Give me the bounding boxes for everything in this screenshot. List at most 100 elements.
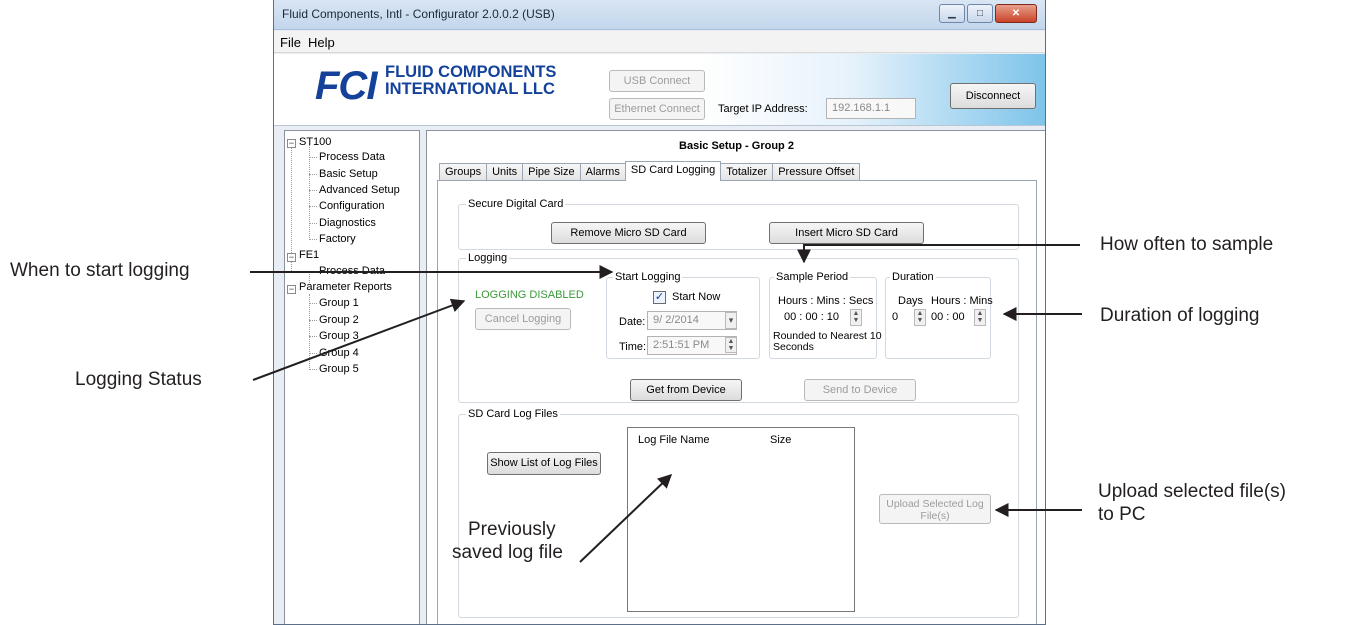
sample-period-group: Sample Period Hours : Mins : Secs 00 : 0… [769,271,882,359]
navigation-tree: − ST100 Process Data Basic Setup Advance… [284,130,420,624]
tree-node-group-3[interactable]: Group 3 [319,330,359,342]
tab-units[interactable]: Units [486,163,524,181]
annotation-upload-line1: Upload selected file(s) [1098,481,1286,502]
page-title: Basic Setup - Group 2 [679,140,794,152]
tree-node-group-4[interactable]: Group 4 [319,347,359,359]
tree-node-fe1-process-data[interactable]: Process Data [319,265,385,277]
secure-digital-card-group: Secure Digital Card Remove Micro SD Card… [458,198,1019,250]
annotation-duration: Duration of logging [1100,305,1260,326]
sample-period-spinner-icon[interactable]: ▲ ▼ [850,309,862,326]
column-size[interactable]: Size [770,434,791,446]
usb-connect-button[interactable]: USB Connect [609,70,705,92]
annotation-previous-line1: Previously [468,519,556,540]
menu-help[interactable]: Help [308,35,335,50]
send-to-device-button[interactable]: Send to Device [804,379,916,401]
secure-digital-card-title: Secure Digital Card [466,198,566,210]
ethernet-connect-button[interactable]: Ethernet Connect [609,98,705,120]
date-picker[interactable]: 9/ 2/2014 [647,311,737,330]
logging-title: Logging [466,252,510,264]
tree-node-group-5[interactable]: Group 5 [319,363,359,375]
tab-groups[interactable]: Groups [439,163,488,181]
title-bar: Fluid Components, Intl - Configurator 2.… [274,0,1045,30]
menu-bar: File Help [274,31,1045,53]
annotation-previous-line2: saved log file [452,542,563,563]
cancel-logging-button[interactable]: Cancel Logging [475,308,571,330]
tree-node-st100[interactable]: ST100 [299,136,331,148]
hours-mins-field[interactable]: 00 : 00 [931,311,965,323]
tree-node-group-1[interactable]: Group 1 [319,297,359,309]
date-label: Date: [619,316,646,328]
tree-node-diagnostics[interactable]: Diagnostics [319,217,376,229]
sample-period-title: Sample Period [774,271,851,283]
tab-alarms[interactable]: Alarms [579,163,626,181]
expand-st100-icon[interactable]: − [287,139,296,148]
target-ip-field[interactable]: 192.168.1.1 [826,98,916,119]
days-spinner-icon[interactable]: ▲ ▼ [914,309,926,326]
start-logging-group: Start Logging ✓ Start Now Date: 9/ 2/201… [606,271,760,359]
time-spinner-icon[interactable]: ▲ ▼ [725,337,737,353]
caption-buttons: ▁ □ ✕ [937,4,1037,24]
tab-totalizer[interactable]: Totalizer [720,163,774,181]
start-now-checkbox[interactable]: ✓ [653,291,666,304]
annotation-logging-status: Logging Status [75,369,202,390]
disconnect-button[interactable]: Disconnect [950,83,1036,109]
tab-pressure-offset[interactable]: Pressure Offset [772,163,861,181]
tab-sd-card-logging[interactable]: SD Card Logging [624,161,722,181]
column-log-file-name[interactable]: Log File Name [638,434,710,446]
upload-button-line2: File(s) [920,510,950,522]
calendar-dropdown-icon[interactable]: ▾ [725,312,737,329]
tab-pipe-size[interactable]: Pipe Size [522,163,581,181]
company-name-line1: FLUID COMPONENTS [385,63,557,81]
upload-selected-log-files-button[interactable]: Upload Selected Log File(s) [879,494,991,524]
days-label: Days [898,295,924,307]
logging-group: Logging LOGGING DISABLED Cancel Logging … [458,252,1019,403]
expand-parameter-reports-icon[interactable]: − [287,285,296,294]
maximize-icon[interactable]: □ [967,4,993,23]
hours-mins-spinner-icon[interactable]: ▲ ▼ [974,309,986,326]
sample-period-field[interactable]: 00 : 00 : 10 [784,311,839,323]
tree-node-parameter-reports[interactable]: Parameter Reports [299,281,392,293]
annotation-previous-log-file: Previously saved log file [452,518,563,564]
get-from-device-button[interactable]: Get from Device [630,379,742,401]
annotation-when-to-start: When to start logging [10,260,190,281]
annotation-how-often: How often to sample [1100,234,1274,255]
tree-node-basic-setup[interactable]: Basic Setup [319,168,378,180]
tree-node-group-2[interactable]: Group 2 [319,314,359,326]
log-files-title: SD Card Log Files [466,408,560,420]
start-now-label: Start Now [672,291,721,303]
start-logging-title: Start Logging [613,271,683,283]
logging-status: LOGGING DISABLED [475,289,584,301]
duration-title: Duration [890,271,936,283]
sample-units-label: Hours : Mins : Secs [778,295,874,307]
tree-node-configuration[interactable]: Configuration [319,200,384,212]
target-ip-label: Target IP Address: [718,103,808,115]
insert-sd-card-button[interactable]: Insert Micro SD Card [769,222,924,244]
app-window: Fluid Components, Intl - Configurator 2.… [273,0,1046,625]
minimize-icon[interactable]: ▁ [939,4,965,23]
tree-node-fe1[interactable]: FE1 [299,249,319,261]
annotation-upload-line2: to PC [1098,504,1146,525]
remove-sd-card-button[interactable]: Remove Micro SD Card [551,222,706,244]
sd-card-log-files-group: SD Card Log Files Show List of Log Files… [458,408,1019,618]
company-name: FLUID COMPONENTS INTERNATIONAL LLC [385,64,556,98]
menu-file[interactable]: File [280,35,301,50]
tree-node-advanced-setup[interactable]: Advanced Setup [319,184,400,196]
header-banner: FCI FLUID COMPONENTS INTERNATIONAL LLC U… [274,54,1045,126]
window-title: Fluid Components, Intl - Configurator 2.… [282,7,555,21]
company-name-line2: INTERNATIONAL LLC [385,80,555,98]
show-log-files-button[interactable]: Show List of Log Files [487,452,601,475]
duration-group: Duration Days Hours : Mins 0 ▲ ▼ 00 : 00 … [885,271,993,359]
expand-fe1-icon[interactable]: − [287,253,296,262]
hours-mins-label: Hours : Mins [931,295,993,307]
tree-node-process-data[interactable]: Process Data [319,151,385,163]
upload-button-line1: Upload Selected Log [886,498,984,510]
log-files-list[interactable]: Log File Name Size [627,427,855,612]
sample-note-line2: Seconds [773,341,814,353]
fci-logo: FCI [315,64,377,108]
tree-node-factory[interactable]: Factory [319,233,356,245]
close-icon[interactable]: ✕ [995,4,1037,23]
days-field[interactable]: 0 [892,311,898,323]
time-label: Time: [619,341,647,353]
time-picker[interactable]: 2:51:51 PM [647,336,737,355]
annotation-upload: Upload selected file(s) to PC [1098,480,1286,526]
